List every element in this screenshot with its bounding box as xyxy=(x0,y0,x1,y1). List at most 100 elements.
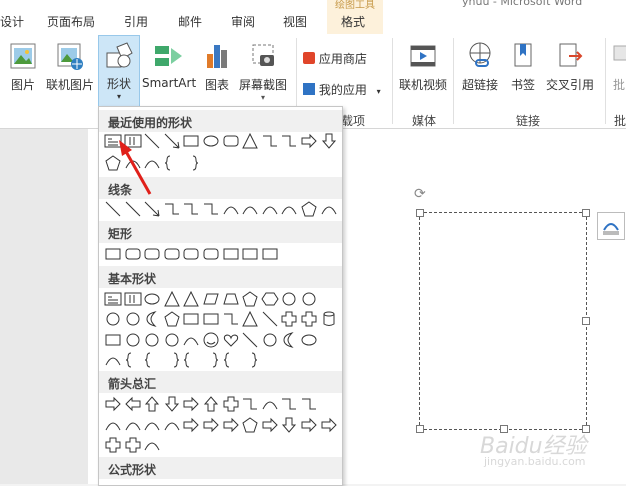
tab-format[interactable]: 格式 xyxy=(341,13,365,30)
chart-button[interactable]: 图表 xyxy=(203,40,231,93)
app-store-button[interactable]: 应用商店 xyxy=(303,50,367,67)
curve-shape-icon[interactable] xyxy=(261,395,279,413)
darrow-shape-icon[interactable] xyxy=(320,132,338,150)
shapes-button[interactable]: 形状 ▾ xyxy=(98,35,140,107)
tab-review[interactable]: 审阅 xyxy=(231,13,255,30)
brace-shape-icon[interactable] xyxy=(163,154,181,172)
elbow-shape-icon[interactable] xyxy=(222,310,240,328)
bookmark-button[interactable]: 书签 xyxy=(510,40,536,93)
cross-shape-icon[interactable] xyxy=(124,436,142,454)
rrect-shape-icon[interactable] xyxy=(182,245,200,263)
tri-shape-icon[interactable] xyxy=(163,290,181,308)
brace2-shape-icon[interactable] xyxy=(163,351,181,369)
selected-shape[interactable] xyxy=(416,209,590,433)
line-shape-icon[interactable] xyxy=(104,200,122,218)
cross-shape-icon[interactable] xyxy=(222,395,240,413)
resize-handle[interactable] xyxy=(582,317,590,325)
cross-shape-icon[interactable] xyxy=(104,436,122,454)
curve-shape-icon[interactable] xyxy=(104,351,122,369)
larrow-shape-icon[interactable] xyxy=(124,395,142,413)
online-video-button[interactable]: 联机视频 xyxy=(399,40,447,93)
trap-shape-icon[interactable] xyxy=(222,290,240,308)
my-apps-button[interactable]: 我的应用 ▾ xyxy=(303,81,381,98)
para-shape-icon[interactable] xyxy=(202,290,220,308)
elbow-shape-icon[interactable] xyxy=(300,395,318,413)
smile-shape-icon[interactable] xyxy=(202,331,220,349)
oval-shape-icon[interactable] xyxy=(300,331,318,349)
rarrow-shape-icon[interactable] xyxy=(300,416,318,434)
resize-handle[interactable] xyxy=(416,425,424,433)
rect-shape-icon[interactable] xyxy=(241,245,259,263)
rarrow-shape-icon[interactable] xyxy=(182,395,200,413)
hex-shape-icon[interactable] xyxy=(261,290,279,308)
circ-shape-icon[interactable] xyxy=(124,331,142,349)
rect-shape-icon[interactable] xyxy=(261,245,279,263)
rect-shape-icon[interactable] xyxy=(202,310,220,328)
brace-shape-icon[interactable] xyxy=(124,351,142,369)
rect-shape-icon[interactable] xyxy=(104,331,122,349)
curve-shape-icon[interactable] xyxy=(143,416,161,434)
tri-shape-icon[interactable] xyxy=(241,310,259,328)
curve-shape-icon[interactable] xyxy=(163,416,181,434)
curve-shape-icon[interactable] xyxy=(320,200,338,218)
circ-shape-icon[interactable] xyxy=(143,331,161,349)
uarrow-shape-icon[interactable] xyxy=(143,395,161,413)
rarrow-shape-icon[interactable] xyxy=(104,395,122,413)
curve-shape-icon[interactable] xyxy=(182,331,200,349)
tab-mailings[interactable]: 邮件 xyxy=(178,13,202,30)
rrect-shape-icon[interactable] xyxy=(222,132,240,150)
brace-shape-icon[interactable] xyxy=(143,351,161,369)
elbow-shape-icon[interactable] xyxy=(280,395,298,413)
rrect-shape-icon[interactable] xyxy=(143,245,161,263)
elbow-shape-icon[interactable] xyxy=(241,395,259,413)
rrect-shape-icon[interactable] xyxy=(202,245,220,263)
rect-shape-icon[interactable] xyxy=(104,245,122,263)
comment-button[interactable]: 批 xyxy=(612,40,626,93)
tri-shape-icon[interactable] xyxy=(241,132,259,150)
tab-design[interactable]: 设计 xyxy=(0,13,24,30)
circ-shape-icon[interactable] xyxy=(300,290,318,308)
rect-shape-icon[interactable] xyxy=(182,310,200,328)
circ-shape-icon[interactable] xyxy=(280,290,298,308)
brace-shape-icon[interactable] xyxy=(182,351,200,369)
brace2-shape-icon[interactable] xyxy=(241,351,259,369)
rotate-handle-icon[interactable]: ⟳ xyxy=(414,186,426,202)
hyperlink-button[interactable]: 超链接 xyxy=(462,40,498,93)
rarrow-shape-icon[interactable] xyxy=(202,416,220,434)
can-shape-icon[interactable] xyxy=(320,310,338,328)
oval-shape-icon[interactable] xyxy=(202,132,220,150)
pent-shape-icon[interactable] xyxy=(163,310,181,328)
moon-shape-icon[interactable] xyxy=(280,331,298,349)
heart-shape-icon[interactable] xyxy=(222,331,240,349)
darrow-shape-icon[interactable] xyxy=(280,416,298,434)
curve-shape-icon[interactable] xyxy=(104,416,122,434)
curve-shape-icon[interactable] xyxy=(241,200,259,218)
circ-shape-icon[interactable] xyxy=(261,331,279,349)
layout-options-icon[interactable] xyxy=(597,212,625,240)
picture-button[interactable]: 图片 xyxy=(8,40,38,93)
arrowline-shape-icon[interactable] xyxy=(163,132,181,150)
line-shape-icon[interactable] xyxy=(241,331,259,349)
brace2-shape-icon[interactable] xyxy=(182,154,200,172)
rect-shape-icon[interactable] xyxy=(222,245,240,263)
elbow-shape-icon[interactable] xyxy=(280,132,298,150)
rarrow-shape-icon[interactable] xyxy=(300,132,318,150)
brace2-shape-icon[interactable] xyxy=(202,351,220,369)
cross-shape-icon[interactable] xyxy=(300,310,318,328)
tri-shape-icon[interactable] xyxy=(182,290,200,308)
arrowline-shape-icon[interactable] xyxy=(143,200,161,218)
curve-shape-icon[interactable] xyxy=(143,436,161,454)
tab-view[interactable]: 视图 xyxy=(283,13,307,30)
resize-handle[interactable] xyxy=(582,209,590,217)
brace-shape-icon[interactable] xyxy=(222,351,240,369)
circ-shape-icon[interactable] xyxy=(163,331,181,349)
cross-reference-button[interactable]: 交叉引用 xyxy=(546,40,594,93)
darrow-shape-icon[interactable] xyxy=(163,395,181,413)
curve-shape-icon[interactable] xyxy=(261,200,279,218)
resize-handle[interactable] xyxy=(416,209,424,217)
rarrow-shape-icon[interactable] xyxy=(222,416,240,434)
circ-shape-icon[interactable] xyxy=(124,310,142,328)
circ-shape-icon[interactable] xyxy=(104,310,122,328)
pent-shape-icon[interactable] xyxy=(241,290,259,308)
curve-shape-icon[interactable] xyxy=(124,416,142,434)
